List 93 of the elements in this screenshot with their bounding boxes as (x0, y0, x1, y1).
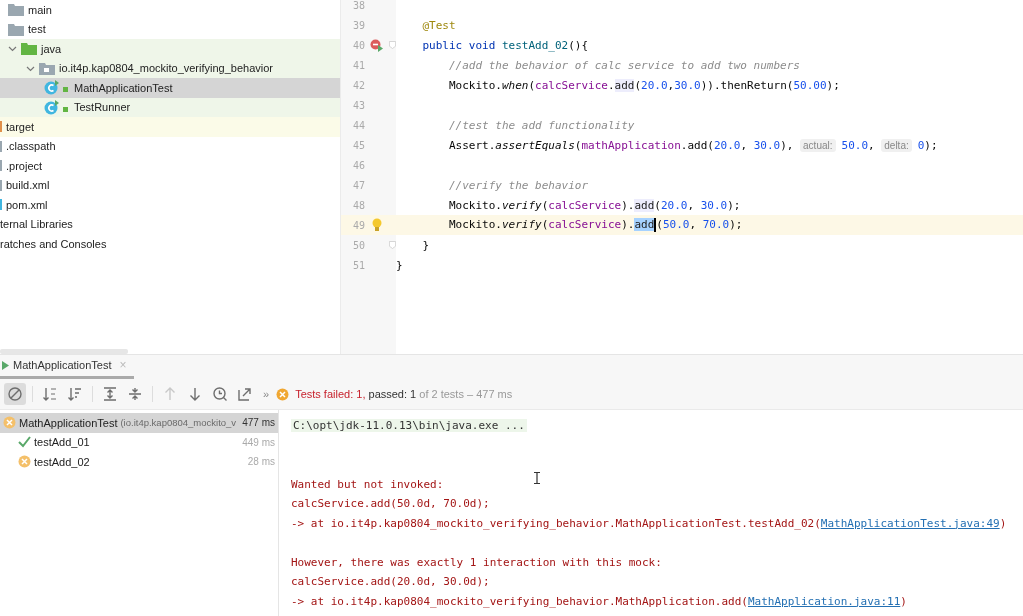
run-failed-icon[interactable] (370, 38, 384, 52)
code-line: //verify the behavior (447, 178, 589, 192)
tree-item[interactable]: build.xml (0, 175, 340, 195)
test-row[interactable]: testAdd_02 28 ms (0, 452, 278, 472)
tree-item-label: java (41, 42, 62, 55)
code-line: @Test (421, 18, 456, 32)
test-class-icon (44, 80, 70, 96)
tree-item[interactable]: main (0, 0, 340, 20)
test-name: testAdd_01 (34, 436, 90, 449)
test-name: MathApplicationTest (19, 416, 118, 429)
folder-icon (21, 42, 37, 56)
lightbulb-icon[interactable] (372, 218, 382, 232)
line-number: 40 (351, 39, 365, 51)
tree-item[interactable]: pom.xml (0, 195, 340, 215)
tree-item[interactable]: TestRunner (0, 97, 340, 117)
console-line: However, there was exactly 1 interaction with this mock: (291, 555, 662, 569)
tree-item-label: build.xml (6, 179, 50, 192)
expand-icon (102, 386, 118, 402)
code-line: Assert.assertEquals(mathApplication.add(20.0, 30.0), actual: 50.0, delta: 0); (447, 138, 938, 152)
chevron-icon[interactable] (8, 44, 17, 54)
test-class-icon (44, 99, 70, 115)
test-row[interactable]: MathApplicationTest (io.it4p.kap0804_mockito_v 477 ms (0, 413, 278, 433)
code-line: } (421, 238, 430, 252)
test-row[interactable]: testAdd_01 449 ms (0, 432, 278, 452)
line-number: 47 (351, 179, 365, 191)
stop-button[interactable] (4, 383, 26, 405)
console-line: -> at io.it4p.kap0804_mockito_verifying_behavior.MathApplication.add(MathApplication.java:11) (291, 594, 907, 608)
tree-item-label: io.it4p.kap0804_mockito_verifying_behavior (59, 62, 274, 75)
console-line: Wanted but not invoked: (291, 477, 444, 491)
tree-item[interactable]: target (0, 117, 340, 137)
line-number: 48 (351, 199, 365, 211)
test-duration: 477 ms (242, 417, 275, 429)
tree-item[interactable]: java (0, 39, 340, 59)
tree-item-label: pom.xml (6, 198, 48, 211)
line-number: 50 (351, 239, 365, 251)
failed-icon (276, 387, 290, 401)
console-line: -> at io.it4p.kap0804_mockito_verifying_behavior.MathApplicationTest.testAdd_02(MathApplicationTest.java:49) (291, 516, 1007, 530)
export-icon (237, 386, 253, 402)
history-icon (212, 386, 228, 402)
stop-icon (7, 386, 23, 402)
package-icon (39, 61, 55, 75)
console-line: calcService.add(20.0d, 30.0d); (291, 575, 490, 589)
down-icon (187, 386, 203, 402)
tree-item-label: ternal Libraries (0, 218, 73, 231)
sort-duration-icon (67, 386, 83, 402)
tree-item-label: test (28, 23, 46, 36)
code-line: //test the add functionality (447, 118, 635, 132)
tree-item-label: target (6, 120, 35, 133)
test-duration: 28 ms (247, 456, 275, 468)
test-package: (io.it4p.kap0804_mockito_v (120, 417, 238, 429)
line-number: 39 (351, 19, 365, 31)
line-number: 44 (351, 119, 365, 131)
tree-item-label: main (28, 3, 52, 16)
test-name: testAdd_02 (34, 455, 90, 468)
code-line: } (396, 258, 403, 272)
text-cursor-icon (533, 472, 541, 484)
tree-item-label: .project (6, 159, 43, 172)
line-number: 41 (351, 59, 365, 71)
line-number: 43 (351, 99, 365, 111)
line-number: 51 (351, 259, 365, 271)
line-number: 49 (351, 219, 365, 231)
tree-item[interactable]: .classpath (0, 136, 340, 156)
tree-item-label: .classpath (6, 140, 56, 153)
code-line: Mockito.when(calcService.add(20.0,30.0)).thenReturn(50.00); (447, 78, 840, 92)
tree-item[interactable]: test (0, 19, 340, 39)
tree-item[interactable]: io.it4p.kap0804_mockito_verifying_behavior (0, 58, 340, 78)
folder-icon (8, 22, 24, 36)
tree-item[interactable]: ratches and Consoles (0, 234, 340, 254)
folder-icon (8, 3, 24, 17)
console-line: calcService.add(50.0d, 70.0d); (291, 497, 490, 511)
test-status: Tests failed: 1, passed: 1 of 2 tests – 477 ms (295, 388, 513, 400)
line-number: 45 (351, 139, 365, 151)
tree-item[interactable]: MathApplicationTest (0, 78, 340, 98)
tree-item[interactable]: ternal Libraries (0, 214, 340, 234)
tree-item[interactable]: .project (0, 156, 340, 176)
tree-item-label: MathApplicationTest (74, 81, 173, 94)
tree-item-label: ratches and Consoles (0, 237, 107, 250)
collapse-icon (127, 386, 143, 402)
line-number: 42 (351, 79, 365, 91)
run-icon (2, 360, 9, 370)
file-link[interactable]: MathApplication.java:11 (747, 594, 901, 608)
line-number: 38 (351, 0, 365, 11)
scrollbar[interactable] (0, 349, 128, 354)
file-link[interactable]: MathApplicationTest.java:49 (820, 516, 1000, 530)
tree-item-label: TestRunner (74, 101, 131, 114)
line-number: 46 (351, 159, 365, 171)
code-line: Mockito.verify(calcService).add(20.0, 30.0); (447, 198, 741, 212)
more-button[interactable]: » (263, 388, 270, 400)
code-line: Mockito.verify(calcService).add (50.0, 70.0); (447, 218, 743, 232)
sort-alpha-icon (42, 386, 58, 402)
test-duration: 449 ms (242, 436, 275, 448)
code-line: //add the behavior of calc service to add two numbers (447, 58, 800, 72)
code-line: public void testAdd_02(){ (421, 38, 589, 52)
